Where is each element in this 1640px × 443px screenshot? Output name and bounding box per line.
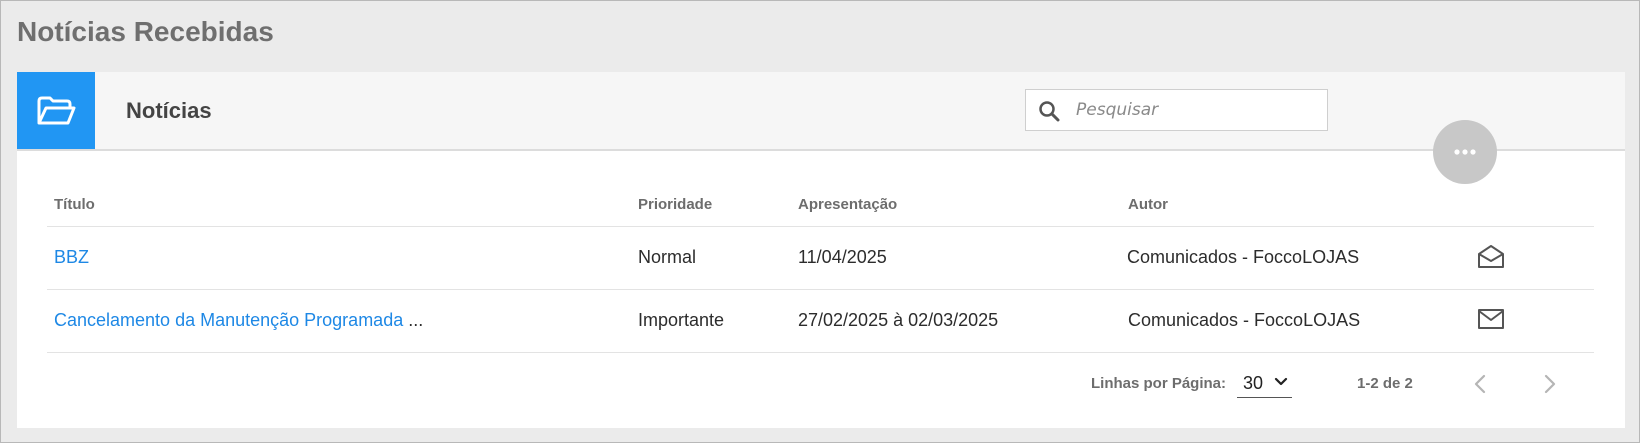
news-panel: Notícias Título Prioridade Apresentação …	[17, 72, 1625, 428]
chevron-left-icon[interactable]	[1473, 373, 1487, 395]
table-row[interactable]: BBZ Normal 11/04/2025 Comunicados - Focc…	[47, 227, 1594, 290]
priority-cell: Normal	[638, 247, 697, 267]
table-row[interactable]: Cancelamento da Manutenção Programada ..…	[47, 290, 1594, 353]
rows-per-page-label: Linhas por Página:	[1091, 375, 1227, 392]
news-title-text: Cancelamento da Manutenção Programada	[54, 310, 404, 330]
column-header-presentation[interactable]: Apresentação	[798, 196, 897, 213]
priority-cell: Importante	[638, 310, 725, 330]
folder-tile	[17, 72, 95, 149]
pagination-bar: Linhas por Página: 30 1-2 de 2	[17, 365, 1625, 405]
panel-header: Notícias	[17, 72, 1625, 151]
mail-open-icon[interactable]	[1477, 243, 1505, 269]
column-header-title[interactable]: Título	[54, 196, 95, 213]
author-cell: Comunicados - FoccoLOJAS	[1127, 247, 1360, 267]
page-title: Notícias Recebidas	[17, 16, 274, 47]
column-header-priority[interactable]: Prioridade	[638, 196, 712, 213]
chevron-down-icon	[1274, 377, 1288, 386]
news-title-text: BBZ	[54, 247, 90, 267]
folder-open-icon	[37, 96, 76, 124]
presentation-cell: 27/02/2025 à 02/03/2025	[798, 310, 999, 330]
table-header: Título Prioridade Apresentação Autor	[47, 182, 1594, 227]
rows-per-page-select[interactable]: 30	[1237, 369, 1292, 398]
search-box[interactable]	[1025, 89, 1328, 131]
search-input[interactable]	[1076, 90, 1316, 130]
search-icon	[1039, 101, 1060, 122]
mail-closed-icon[interactable]	[1477, 308, 1505, 330]
column-header-author[interactable]: Autor	[1128, 196, 1168, 213]
pagination-range: 1-2 de 2	[1357, 375, 1413, 392]
author-cell: Comunicados - FoccoLOJAS	[1128, 310, 1361, 330]
panel-title: Notícias	[126, 98, 212, 123]
news-table: Título Prioridade Apresentação Autor BBZ…	[47, 182, 1594, 353]
more-horizontal-icon	[1454, 149, 1476, 155]
rows-per-page-value: 30	[1243, 372, 1264, 393]
presentation-cell: 11/04/2025	[798, 247, 887, 267]
news-title-ellipsis: ...	[408, 310, 424, 330]
news-title-link[interactable]: BBZ	[54, 247, 89, 268]
chevron-right-icon[interactable]	[1543, 373, 1557, 395]
news-title-link[interactable]: Cancelamento da Manutenção Programada ..…	[54, 310, 423, 331]
more-options-button[interactable]	[1433, 120, 1497, 184]
